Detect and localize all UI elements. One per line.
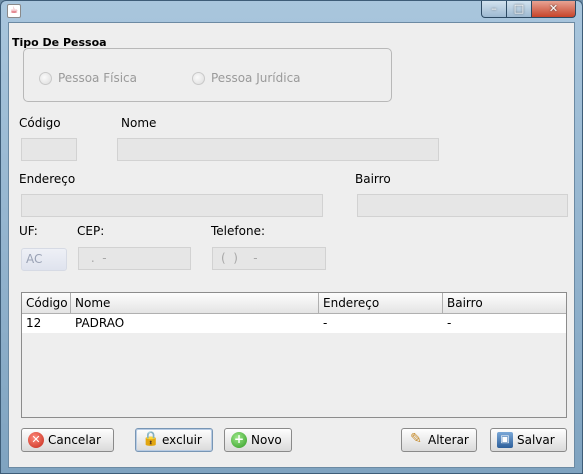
radio-pessoa-fisica-label: Pessoa Física — [58, 71, 137, 85]
cep-label: CEP: — [77, 224, 105, 238]
column-header-codigo[interactable]: Código — [22, 293, 71, 313]
save-icon: ▣ — [497, 432, 513, 448]
radio-button-icon — [39, 71, 52, 85]
window-controls: – □ ✕ — [481, 1, 576, 18]
uf-label: UF: — [19, 224, 38, 238]
excluir-button[interactable]: 🔒 excluir — [135, 428, 213, 452]
minimize-button[interactable]: – — [481, 1, 507, 18]
nome-label: Nome — [121, 116, 157, 130]
telefone-field[interactable]: ( ) - — [212, 247, 326, 270]
endereco-field[interactable] — [21, 194, 323, 217]
title-bar[interactable]: ☕ – □ ✕ — [1, 1, 582, 21]
column-header-endereco[interactable]: Endereço — [319, 293, 443, 313]
column-header-nome[interactable]: Nome — [71, 293, 319, 313]
cell-codigo: 12 — [26, 316, 42, 330]
edit-icon: ✎ — [410, 431, 422, 447]
cell-endereco: - — [323, 316, 328, 330]
cancelar-label: Cancelar — [48, 433, 101, 447]
pessoas-table[interactable]: Código Nome Endereço Bairro 12 PADRAO - … — [21, 292, 567, 418]
cell-nome: PADRAO — [75, 316, 125, 330]
java-cup-icon: ☕ — [7, 4, 21, 18]
alterar-label: Alterar — [428, 433, 469, 447]
bairro-label: Bairro — [355, 172, 391, 186]
table-row[interactable]: 12 PADRAO - - — [22, 314, 566, 333]
add-icon: + — [231, 432, 247, 448]
radio-pessoa-fisica[interactable]: Pessoa Física — [39, 71, 137, 85]
endereco-label: Endereço — [19, 172, 76, 186]
excluir-label: excluir — [162, 433, 202, 447]
alterar-button[interactable]: ✎ Alterar — [401, 428, 477, 452]
radio-pessoa-juridica-label: Pessoa Jurídica — [211, 71, 301, 85]
lock-icon: 🔒 — [142, 431, 160, 447]
novo-label: Novo — [251, 433, 282, 447]
radio-button-icon — [192, 71, 205, 85]
cell-bairro: - — [447, 316, 452, 330]
column-header-bairro[interactable]: Bairro — [443, 293, 566, 313]
nome-field[interactable] — [117, 138, 439, 161]
bairro-field[interactable] — [357, 194, 568, 217]
cancel-icon: ✕ — [28, 432, 44, 448]
table-header: Código Nome Endereço Bairro — [22, 293, 566, 314]
maximize-button[interactable]: □ — [507, 1, 532, 18]
uf-select[interactable]: AC — [21, 248, 67, 271]
novo-button[interactable]: + Novo — [224, 428, 292, 452]
codigo-field[interactable] — [21, 138, 77, 161]
radio-pessoa-juridica[interactable]: Pessoa Jurídica — [192, 71, 301, 85]
salvar-button[interactable]: ▣ Salvar — [490, 428, 567, 452]
cep-field[interactable]: . - — [78, 247, 191, 270]
cancelar-button[interactable]: ✕ Cancelar — [21, 428, 114, 452]
telefone-label: Telefone: — [211, 224, 265, 238]
form-panel: Tipo De Pessoa Pessoa Física Pessoa Jurí… — [8, 22, 575, 468]
application-window: ☕ – □ ✕ Tipo De Pessoa Pessoa Física Pes… — [0, 0, 583, 474]
codigo-label: Código — [19, 116, 61, 130]
salvar-label: Salvar — [517, 433, 555, 447]
close-button[interactable]: ✕ — [532, 1, 576, 18]
